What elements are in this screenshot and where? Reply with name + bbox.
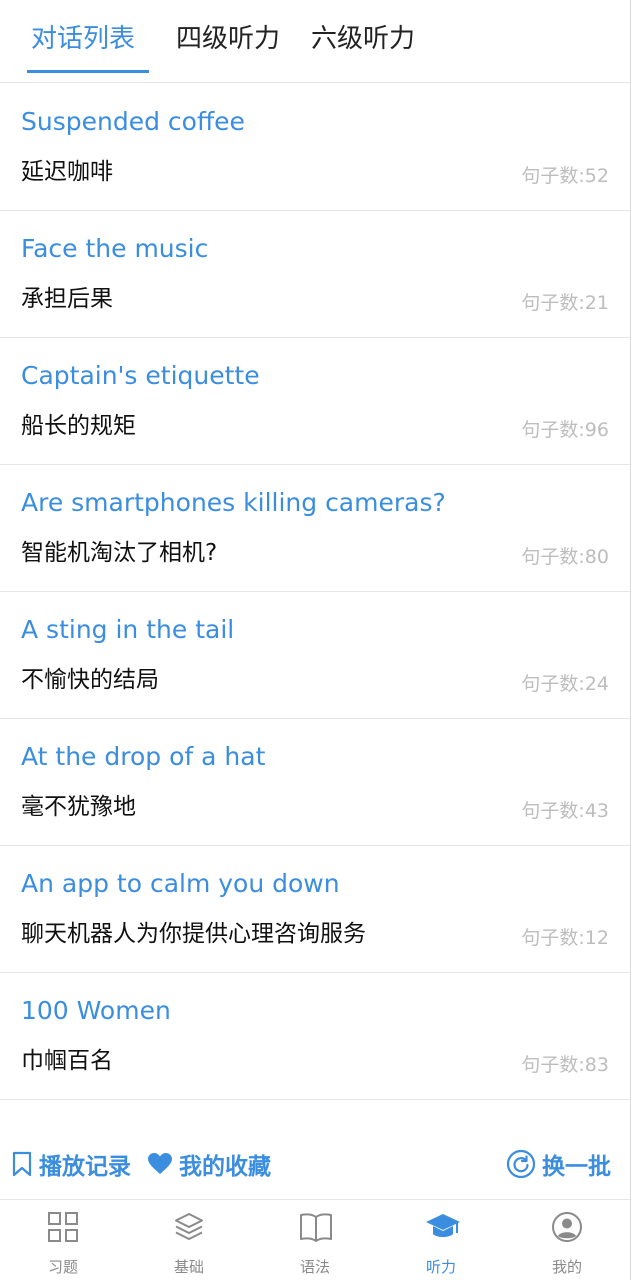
- app-root: 对话列表 四级听力 六级听力 Suspended coffee 延迟咖啡 句子数…: [0, 0, 631, 1280]
- play-history-button[interactable]: 播放记录: [11, 1148, 131, 1180]
- nav-grammar-label: 语法: [299, 1258, 330, 1276]
- play-history-label: 播放记录: [39, 1154, 131, 1180]
- sentence-count: 句子数:24: [521, 673, 609, 695]
- dialogue-subtitle: 聊天机器人为你提供心理咨询服务: [21, 921, 366, 947]
- my-favorites-button[interactable]: 我的收藏: [147, 1148, 271, 1180]
- book-icon: [300, 1213, 332, 1242]
- nav-listening-label: 听力: [425, 1258, 456, 1276]
- refresh-batch-button[interactable]: 换一批: [506, 1148, 611, 1180]
- dialogue-title: Face the music: [21, 234, 209, 263]
- nav-exercises-label: 习题: [47, 1258, 78, 1276]
- heart-icon: [148, 1153, 172, 1174]
- refresh-icon: [506, 1149, 536, 1179]
- dialogue-subtitle: 承担后果: [21, 286, 113, 312]
- sentence-count: 句子数:21: [521, 292, 609, 314]
- list-item[interactable]: Are smartphones killing cameras? 智能机淘汰了相…: [0, 465, 630, 592]
- nav-profile-label: 我的: [551, 1258, 582, 1276]
- user-icon: [552, 1212, 582, 1242]
- layers-icon: [175, 1213, 203, 1240]
- nav-grammar[interactable]: 语法: [252, 1201, 378, 1280]
- list-item[interactable]: At the drop of a hat 毫不犹豫地 句子数:43: [0, 719, 630, 846]
- sentence-count: 句子数:12: [521, 927, 609, 949]
- graduation-cap-icon: [426, 1214, 460, 1237]
- top-tab-bar: 对话列表 四级听力 六级听力: [0, 0, 630, 83]
- sentence-count: 句子数:96: [521, 419, 609, 441]
- bottom-nav: 习题 基础 语法 听力 我的: [0, 1201, 630, 1280]
- dialogue-list: Suspended coffee 延迟咖啡 句子数:52 Face the mu…: [0, 84, 630, 1100]
- list-item[interactable]: Captain's etiquette 船长的规矩 句子数:96: [0, 338, 630, 465]
- tab-dialogue-list[interactable]: 对话列表: [31, 22, 135, 56]
- my-favorites-label: 我的收藏: [179, 1154, 271, 1180]
- dialogue-title: At the drop of a hat: [21, 742, 266, 771]
- dialogue-subtitle: 智能机淘汰了相机?: [21, 540, 218, 566]
- dialogue-subtitle: 船长的规矩: [21, 413, 136, 439]
- sentence-count: 句子数:43: [521, 800, 609, 822]
- dialogue-title: Captain's etiquette: [21, 361, 260, 390]
- dialogue-subtitle: 毫不犹豫地: [21, 794, 136, 820]
- grid-icon: [48, 1212, 78, 1242]
- nav-profile[interactable]: 我的: [504, 1201, 630, 1280]
- sentence-count: 句子数:83: [521, 1054, 609, 1076]
- sentence-count: 句子数:52: [521, 165, 609, 187]
- dialogue-subtitle: 巾帼百名: [21, 1048, 113, 1074]
- dialogue-title: An app to calm you down: [21, 869, 340, 898]
- nav-basics-label: 基础: [173, 1258, 204, 1276]
- list-item[interactable]: A sting in the tail 不愉快的结局 句子数:24: [0, 592, 630, 719]
- nav-listening[interactable]: 听力: [378, 1201, 504, 1280]
- bookmark-icon: [12, 1151, 32, 1177]
- sentence-count: 句子数:80: [521, 546, 609, 568]
- dialogue-title: 100 Women: [21, 996, 171, 1025]
- dialogue-title: A sting in the tail: [21, 615, 235, 644]
- active-tab-indicator: [27, 70, 149, 73]
- dialogue-subtitle: 不愉快的结局: [21, 667, 159, 693]
- dialogue-title: Are smartphones killing cameras?: [21, 488, 446, 517]
- list-item[interactable]: Face the music 承担后果 句子数:21: [0, 211, 630, 338]
- dialogue-subtitle: 延迟咖啡: [21, 159, 113, 185]
- nav-basics[interactable]: 基础: [126, 1201, 252, 1280]
- dialogue-title: Suspended coffee: [21, 107, 245, 136]
- tab-cet4-listening[interactable]: 四级听力: [176, 22, 280, 56]
- list-item[interactable]: 100 Women 巾帼百名 句子数:83: [0, 973, 630, 1100]
- action-bar: 播放记录 我的收藏 换一批: [0, 1128, 630, 1200]
- refresh-batch-label: 换一批: [542, 1154, 611, 1180]
- list-item[interactable]: Suspended coffee 延迟咖啡 句子数:52: [0, 84, 630, 211]
- nav-exercises[interactable]: 习题: [0, 1201, 126, 1280]
- list-item[interactable]: An app to calm you down 聊天机器人为你提供心理咨询服务 …: [0, 846, 630, 973]
- tab-cet6-listening[interactable]: 六级听力: [311, 22, 415, 56]
